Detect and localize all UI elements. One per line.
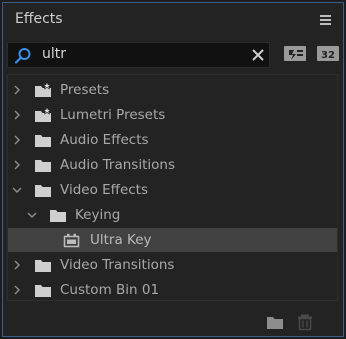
- chevron-down-icon[interactable]: [27, 210, 37, 220]
- search-icon: [14, 48, 31, 64]
- tree-item-audio-transitions[interactable]: Audio Transitions: [8, 153, 337, 177]
- panel-menu-icon[interactable]: [320, 15, 331, 25]
- folder-icon: [35, 135, 51, 147]
- folder-icon: [35, 285, 51, 297]
- 32-bit-label: 32: [321, 50, 335, 61]
- tree-item-custom-bin-01[interactable]: Custom Bin 01: [8, 278, 337, 302]
- preset-folder-icon: [35, 82, 52, 97]
- tree-item-label: Keying: [75, 207, 121, 223]
- 32-bit-effects-button[interactable]: 32: [316, 43, 340, 63]
- folder-icon: [50, 210, 66, 222]
- tree-item-audio-effects[interactable]: Audio Effects: [8, 128, 337, 152]
- folder-icon: [35, 260, 51, 272]
- tree-item-label: Audio Effects: [60, 132, 149, 148]
- tree-item-label: Ultra Key: [90, 232, 152, 248]
- new-bin-folder-icon[interactable]: [266, 313, 284, 331]
- folder-icon: [35, 160, 51, 172]
- tree-item-label: Video Effects: [60, 182, 149, 198]
- panel-title: Effects: [15, 11, 63, 27]
- chevron-right-icon[interactable]: [12, 285, 22, 295]
- tree-item-label: Video Transitions: [60, 257, 175, 273]
- chevron-right-icon[interactable]: [12, 85, 22, 95]
- chevron-right-icon[interactable]: [12, 160, 22, 170]
- accelerated-effects-button[interactable]: [283, 43, 307, 63]
- chevron-down-icon[interactable]: [12, 185, 22, 195]
- chevron-right-icon[interactable]: [12, 260, 22, 270]
- chevron-right-icon[interactable]: [12, 135, 22, 145]
- trash-icon[interactable]: [296, 313, 314, 331]
- tree-item-ultra-key[interactable]: Ultra Key: [8, 228, 337, 252]
- tree-item-lumetri-presets[interactable]: Lumetri Presets: [8, 103, 337, 127]
- tree-item-video-effects[interactable]: Video Effects: [8, 178, 337, 202]
- effect-icon: [63, 233, 80, 248]
- search-input[interactable]: ultr: [7, 42, 270, 68]
- effects-panel: Effects ultr 32 Presets Lumetri Presets …: [2, 2, 344, 337]
- tree-item-keying[interactable]: Keying: [8, 203, 337, 227]
- preset-folder-icon: [35, 107, 52, 122]
- clear-search-icon[interactable]: [251, 48, 265, 62]
- tree-item-label: Custom Bin 01: [60, 282, 160, 298]
- tree-item-video-transitions[interactable]: Video Transitions: [8, 253, 337, 277]
- tree-item-label: Audio Transitions: [60, 157, 175, 173]
- search-text[interactable]: ultr: [42, 46, 66, 62]
- chevron-right-icon[interactable]: [12, 110, 22, 120]
- tree-item-label: Presets: [60, 82, 110, 98]
- panel-header: Effects: [3, 3, 343, 37]
- tree-item-label: Lumetri Presets: [60, 107, 166, 123]
- tree-item-presets[interactable]: Presets: [8, 78, 337, 102]
- folder-icon: [35, 185, 51, 197]
- effects-tree: Presets Lumetri Presets Audio Effects Au…: [7, 74, 338, 301]
